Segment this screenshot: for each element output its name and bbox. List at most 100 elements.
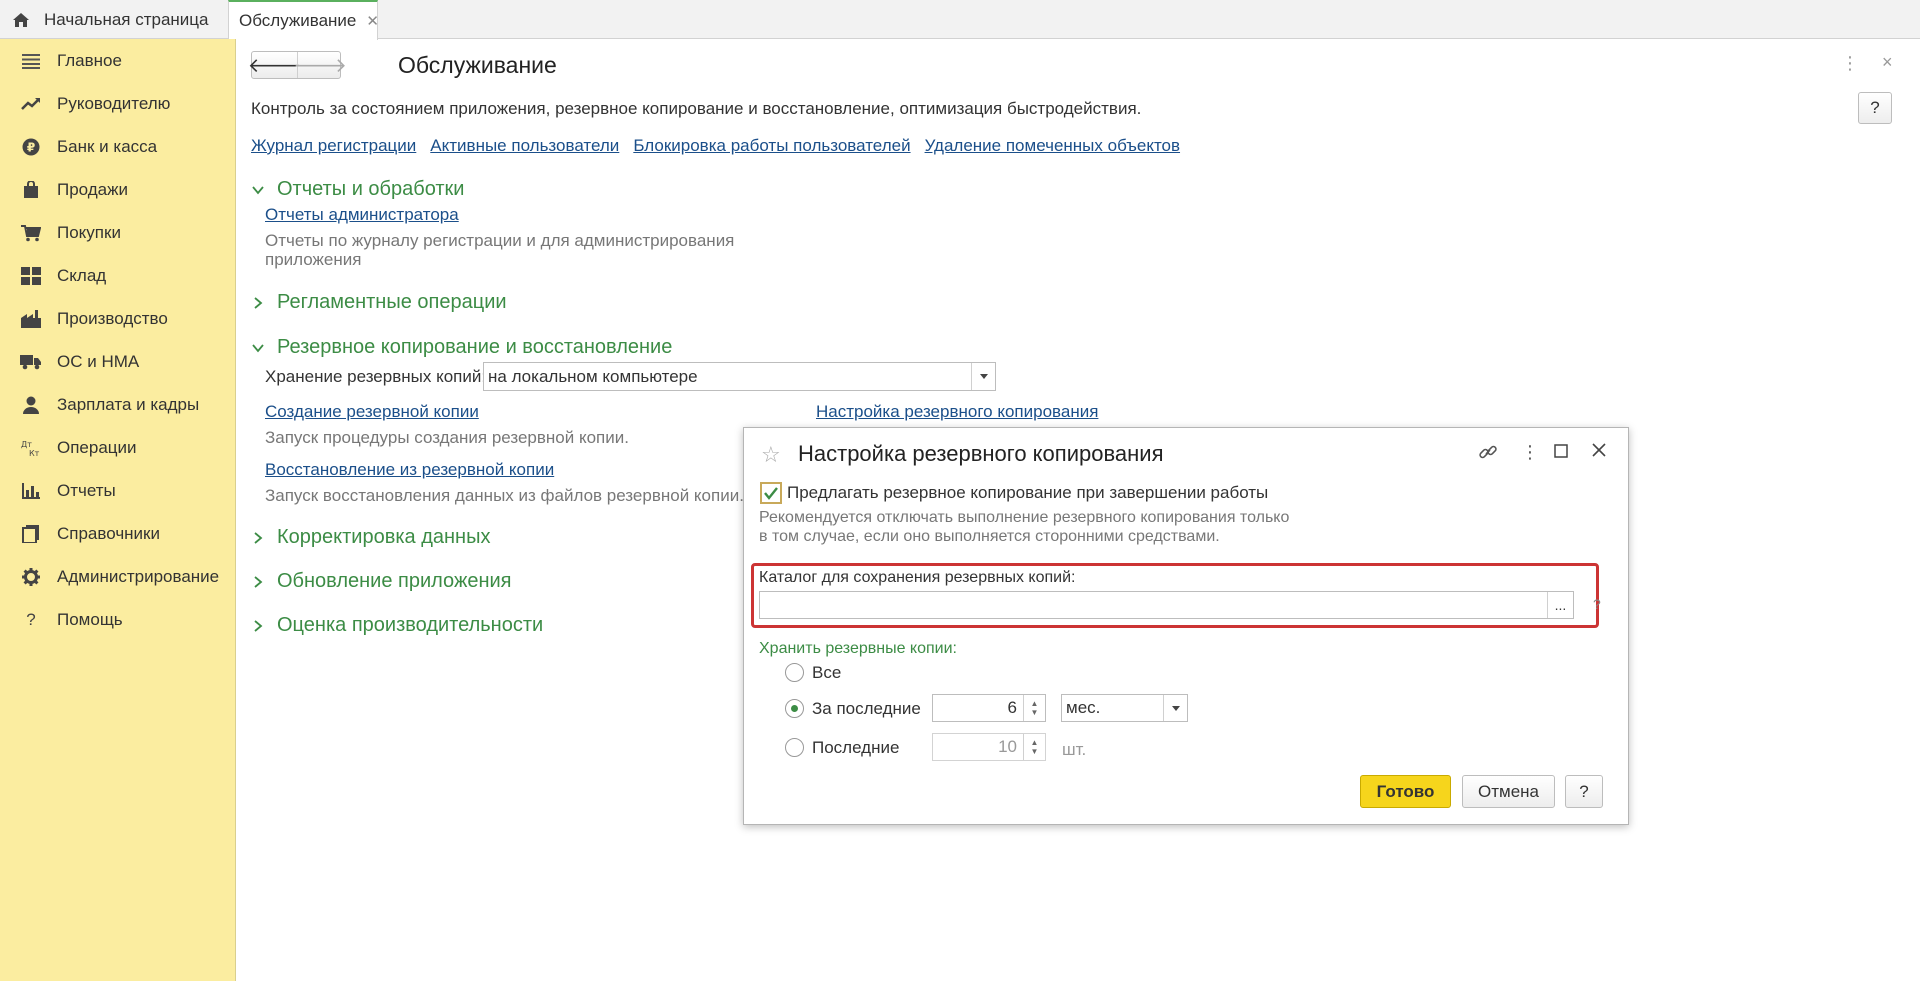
help-button[interactable]: ? (1858, 92, 1892, 124)
close-icon[interactable]: × (1882, 52, 1893, 73)
dialog-help-button[interactable]: ? (1565, 775, 1603, 808)
bar-chart-icon (20, 481, 42, 501)
stepper-arrows-icon[interactable]: ▲ ▼ (1023, 734, 1045, 760)
sidebar-item-sales[interactable]: Продажи (0, 168, 236, 211)
sidebar-item-director[interactable]: Руководителю (0, 82, 236, 125)
sidebar-item-label: ОС и НМА (57, 351, 140, 371)
months-value: 6 (1007, 698, 1017, 717)
link-backup-settings[interactable]: Настройка резервного копирования (816, 402, 1098, 422)
backup-settings-dialog: ☆ Настройка резервного копирования ⋮ Пре… (743, 427, 1629, 825)
create-backup-description: Запуск процедуры создания резервной копи… (265, 428, 629, 447)
arrow-right-icon: 🡒 (293, 54, 347, 77)
tab-maintenance[interactable]: Обслуживание ✕ (228, 0, 379, 40)
catalog-label: Каталог для сохранения резервных копий: (759, 569, 1076, 586)
radio-all[interactable] (785, 663, 804, 682)
sidebar-item-bank[interactable]: ₽ Банк и касса (0, 125, 236, 168)
section-reports-header[interactable]: Отчеты и обработки (251, 178, 464, 201)
svg-text:Дт: Дт (21, 440, 32, 449)
radio-last-period-label: За последние (812, 699, 921, 718)
offer-backup-checkbox[interactable] (760, 482, 782, 504)
backup-store-label: Хранение резервных копий: (265, 367, 487, 386)
tab-bar: Начальная страница Обслуживание ✕ (0, 0, 1920, 40)
chevron-down-icon[interactable] (1163, 695, 1187, 721)
chevron-right-icon (254, 531, 263, 544)
sidebar-item-label: Зарплата и кадры (57, 394, 200, 414)
sidebar-item-label: Операции (57, 437, 137, 457)
sidebar-item-administration[interactable]: Администрирование (0, 555, 236, 598)
maximize-icon[interactable] (1554, 442, 1568, 463)
sidebar-item-help[interactable]: ? Помощь (0, 598, 236, 641)
link-event-log[interactable]: Журнал регистрации (251, 136, 416, 156)
more-vertical-icon[interactable]: ⋮ (1521, 442, 1539, 463)
chevron-down-icon[interactable] (971, 363, 995, 390)
sidebar-item-label: Банк и касса (57, 136, 158, 156)
close-icon[interactable] (1591, 442, 1607, 463)
sidebar-item-label: Помощь (57, 609, 123, 629)
more-vertical-icon[interactable]: ⋮ (1841, 53, 1859, 74)
radio-last-count-label: Последние (812, 738, 900, 757)
hint-line-1: Рекомендуется отключать выполнение резер… (759, 509, 1290, 526)
link-icon[interactable] (1478, 442, 1498, 467)
months-stepper[interactable]: 6 ▲ ▼ (932, 694, 1046, 722)
tab-close-icon[interactable]: ✕ (366, 12, 379, 30)
link-create-backup[interactable]: Создание резервной копии (265, 402, 479, 422)
offer-backup-label: Предлагать резервное копирование при зав… (787, 483, 1269, 502)
book-icon (20, 524, 42, 544)
section-title: Регламентные операции (277, 291, 507, 313)
section-title: Корректировка данных (277, 526, 491, 548)
factory-icon (20, 309, 42, 329)
keep-copies-label: Хранить резервные копии: (759, 640, 957, 657)
warehouse-icon (20, 266, 42, 286)
link-delete-marked[interactable]: Удаление помеченных объектов (925, 136, 1180, 156)
section-update-header[interactable]: Обновление приложения (251, 570, 512, 593)
sidebar-item-catalogs[interactable]: Справочники (0, 512, 236, 555)
sidebar-item-warehouse[interactable]: Склад (0, 254, 236, 297)
chevron-down-icon (252, 343, 264, 352)
section-backup-header[interactable]: Резервное копирование и восстановление (251, 336, 672, 359)
back-button[interactable]: 🡐 (248, 52, 302, 78)
backup-store-select[interactable]: на локальном компьютере (483, 362, 996, 391)
sidebar-item-main[interactable]: Главное (0, 39, 236, 82)
link-admin-reports[interactable]: Отчеты администратора (265, 205, 459, 225)
link-lock-users[interactable]: Блокировка работы пользователей (633, 136, 910, 156)
dialog-title: Настройка резервного копирования (798, 441, 1164, 466)
section-title: Резервное копирование и восстановление (277, 336, 673, 358)
browse-button[interactable]: ... (1547, 592, 1573, 618)
radio-last-count[interactable] (785, 738, 804, 757)
cancel-button[interactable]: Отмена (1462, 775, 1555, 808)
svg-text:₽: ₽ (27, 140, 35, 154)
forward-button[interactable]: 🡒 (293, 52, 347, 78)
catalog-help-icon[interactable]: ? (1593, 596, 1601, 612)
star-icon[interactable]: ☆ (761, 442, 781, 468)
truck-icon (20, 352, 42, 372)
sidebar-item-label: Продажи (57, 179, 128, 199)
tab-home[interactable]: Начальная страница (0, 0, 224, 39)
sidebar-item-salary[interactable]: Зарплата и кадры (0, 383, 236, 426)
count-stepper[interactable]: 10 ▲ ▼ (932, 733, 1046, 761)
count-value: 10 (998, 737, 1017, 756)
reports-description-1: Отчеты по журналу регистрации и для адми… (265, 231, 735, 250)
sidebar-item-production[interactable]: Производство (0, 297, 236, 340)
sidebar-item-operations[interactable]: Дт Кт Операции (0, 426, 236, 469)
section-performance-header[interactable]: Оценка производительности (251, 614, 543, 637)
tab-home-label: Начальная страница (44, 9, 209, 29)
chevron-right-icon (254, 619, 263, 632)
checkmark-icon (764, 487, 778, 500)
section-correction-header[interactable]: Корректировка данных (251, 526, 490, 549)
sidebar-item-purchases[interactable]: Покупки (0, 211, 236, 254)
section-scheduled-header[interactable]: Регламентные операции (251, 291, 507, 314)
catalog-input[interactable]: ... (759, 591, 1574, 619)
section-title: Отчеты и обработки (277, 178, 465, 200)
stepper-arrows-icon[interactable]: ▲ ▼ (1023, 695, 1045, 721)
sidebar-item-reports[interactable]: Отчеты (0, 469, 236, 512)
sidebar-item-fixed-assets[interactable]: ОС и НМА (0, 340, 236, 383)
offer-backup-hint: Рекомендуется отключать выполнение резер… (759, 508, 1319, 546)
link-active-users[interactable]: Активные пользователи (430, 136, 619, 156)
done-button[interactable]: Готово (1360, 775, 1451, 808)
period-unit-select[interactable]: мес. (1061, 694, 1188, 722)
cart-icon (20, 223, 42, 243)
menu-icon (20, 51, 42, 71)
link-restore-backup[interactable]: Восстановление из резервной копии (265, 460, 554, 480)
radio-last-period[interactable] (785, 699, 804, 718)
person-icon (20, 395, 42, 415)
